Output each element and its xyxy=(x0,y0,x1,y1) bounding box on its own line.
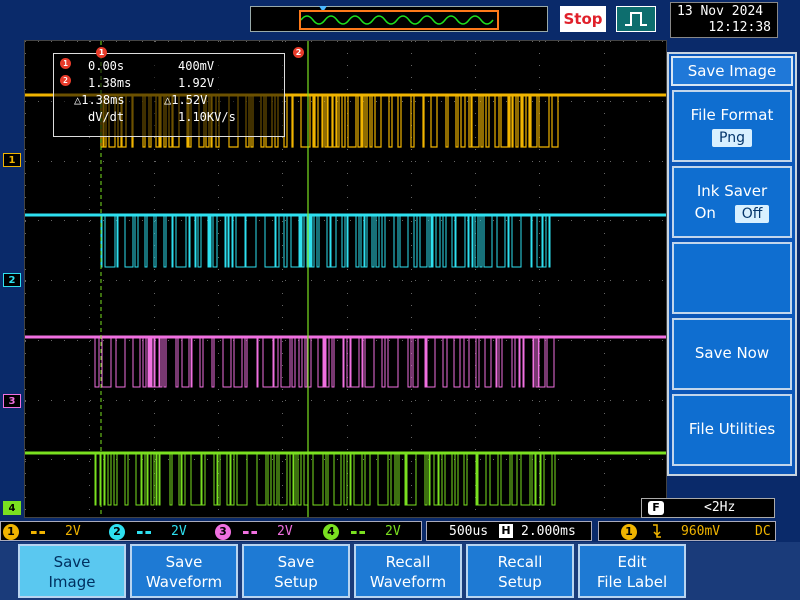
ch4-coupling-icon xyxy=(351,531,365,534)
softkey-line2: Setup xyxy=(498,573,542,591)
softkey-4[interactable]: Recall Waveform xyxy=(354,544,462,598)
softkey-3[interactable]: Save Setup xyxy=(242,544,350,598)
softkey-line1: Recall xyxy=(385,553,431,571)
delta-volt: △1.52V xyxy=(164,93,208,107)
trigger-source-badge: 1 xyxy=(621,524,637,540)
ch3-coupling-icon xyxy=(243,531,257,534)
trigger-level: 960mV xyxy=(681,524,721,539)
timebase-box[interactable]: 500us H 2.000ms xyxy=(426,521,592,541)
timebase-scale: 500us xyxy=(449,524,489,539)
ink-saver-off: Off xyxy=(734,205,770,223)
bottom-softkeys: Save Image Save Waveform Save Setup Recall Wave… xyxy=(0,542,800,600)
frequency-icon: F xyxy=(648,501,664,515)
softkey-line2: Image xyxy=(48,573,96,591)
ch1-coupling-icon xyxy=(31,531,45,534)
dvdt-value: 1.10KV/s xyxy=(178,110,236,124)
softkey-line1: Edit xyxy=(617,553,647,571)
run-stop-button[interactable]: Stop xyxy=(560,6,606,32)
ink-saver-button[interactable]: Ink Saver On Off xyxy=(672,166,792,238)
cursor-row-2: 2 1.38ms 1.92V xyxy=(60,75,278,92)
ch3-scale: 2V xyxy=(277,524,293,539)
empty-slot xyxy=(672,242,792,314)
overview-sine-icon xyxy=(300,15,494,25)
softkey-6[interactable]: Edit File Label xyxy=(578,544,686,598)
softkey-line2: Setup xyxy=(274,573,318,591)
horizontal-position-icon: H xyxy=(499,524,513,538)
ch4-scale: 2V xyxy=(385,524,401,539)
cursor-row-dvdt: dV/dt 1.10KV/s xyxy=(60,109,278,126)
frequency-value: <2Hz xyxy=(704,500,736,515)
top-bar: Stop 13 Nov 2024 12:12:38 xyxy=(0,0,800,40)
date-text: 13 Nov 2024 xyxy=(677,4,764,19)
ch2-coupling-icon xyxy=(137,531,151,534)
softkey-2[interactable]: Save Waveform xyxy=(130,544,238,598)
ink-saver-on: On xyxy=(694,204,716,222)
save-now-label: Save Now xyxy=(694,344,770,362)
ch2-badge[interactable]: 2 xyxy=(109,524,125,540)
file-utilities-button[interactable]: File Utilities xyxy=(672,394,792,466)
waveform-overview xyxy=(250,6,548,32)
ch2-trace xyxy=(25,214,666,268)
softkey-5[interactable]: Recall Setup xyxy=(466,544,574,598)
time-text: 12:12:38 xyxy=(708,20,771,35)
cursor-1-volt: 400mV xyxy=(178,59,215,73)
softkey-line1: Recall xyxy=(497,553,543,571)
softkey-line1: Save xyxy=(277,553,315,571)
ch2-scale: 2V xyxy=(171,524,187,539)
file-format-label: File Format xyxy=(690,106,774,124)
status-bar: 1 2V 2 2V 3 2V 4 2V 500us H 2.000ms 1 96… xyxy=(0,520,800,542)
cursor-2-top-icon: 2 xyxy=(293,47,304,58)
cursor-1-top-icon: 1 xyxy=(96,47,107,58)
falling-edge-icon xyxy=(651,523,663,543)
ch3-trace xyxy=(25,336,666,388)
frequency-counter: F <2Hz xyxy=(641,498,775,518)
ch3-ground-marker[interactable]: 3 xyxy=(3,394,21,408)
softkey-line2: Waveform xyxy=(369,573,447,591)
dvdt-label: dV/dt xyxy=(88,110,125,124)
ch1-ground-marker[interactable]: 1 xyxy=(3,153,21,167)
ch3-badge[interactable]: 3 xyxy=(215,524,231,540)
softkey-line2: File Label xyxy=(596,573,668,591)
cursor-row-1: 1 0.00s 400mV xyxy=(60,58,278,75)
cursor-2-volt: 1.92V xyxy=(178,76,215,90)
ch4-trace xyxy=(25,452,666,506)
save-now-button[interactable]: Save Now xyxy=(672,318,792,390)
file-utilities-label: File Utilities xyxy=(688,420,776,438)
timebase-position: 2.000ms xyxy=(521,524,576,539)
ch2-ground-marker[interactable]: 2 xyxy=(3,273,21,287)
channel-scales: 1 2V 2 2V 3 2V 4 2V xyxy=(0,521,422,541)
cursor-top-marker-1: 1 xyxy=(96,40,107,59)
softkey-line2: Waveform xyxy=(145,573,223,591)
cursor-readout: 1 0.00s 400mV 2 1.38ms 1.92V △1.38ms △1.… xyxy=(53,53,285,137)
trigger-box[interactable]: 1 960mV DC xyxy=(598,521,776,541)
softkey-line1: Save xyxy=(53,553,91,571)
trigger-coupling: DC xyxy=(755,524,771,539)
ch4-ground-marker[interactable]: 4 xyxy=(3,501,21,515)
softkey-1[interactable]: Save Image xyxy=(18,544,126,598)
menu-title: Save Image xyxy=(671,56,793,86)
cursor-row-delta: △1.38ms △1.52V xyxy=(60,92,278,109)
delta-time: △1.38ms xyxy=(74,93,125,107)
cursor-1-marker-icon: 1 xyxy=(60,58,71,69)
cursor-2-marker-icon: 2 xyxy=(60,75,71,86)
cursor-top-marker-2: 2 xyxy=(293,40,304,59)
file-format-value: Png xyxy=(712,129,752,147)
ch1-scale: 2V xyxy=(65,524,81,539)
view-window xyxy=(299,10,499,30)
ch4-badge[interactable]: 4 xyxy=(323,524,339,540)
cursor-1-time: 0.00s xyxy=(88,59,125,73)
cursor-2-time: 1.38ms xyxy=(88,76,132,90)
ch1-badge[interactable]: 1 xyxy=(3,524,19,540)
side-menu: Save Image File Format Png Ink Saver On … xyxy=(667,52,797,476)
ink-saver-label: Ink Saver xyxy=(696,182,768,200)
trigger-status-icon xyxy=(616,6,656,32)
waveform-display[interactable]: 1 0.00s 400mV 2 1.38ms 1.92V △1.38ms △1.… xyxy=(24,40,667,518)
softkey-line1: Save xyxy=(165,553,203,571)
date-time-display: 13 Nov 2024 12:12:38 xyxy=(670,2,778,38)
file-format-button[interactable]: File Format Png xyxy=(672,90,792,162)
